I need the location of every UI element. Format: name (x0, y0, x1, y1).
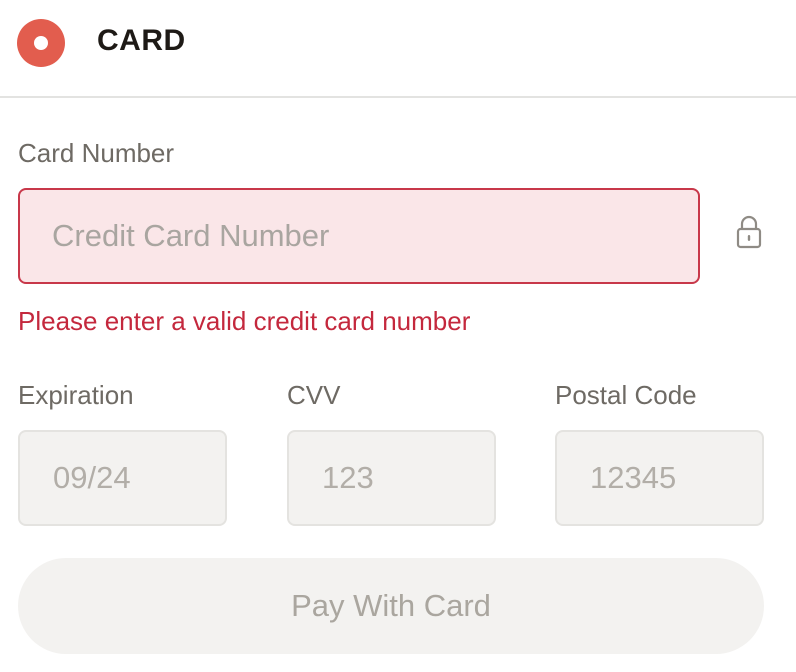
cvv-input[interactable] (287, 430, 496, 526)
card-payment-form: CARD Card Number Please enter a valid cr… (0, 0, 796, 672)
radio-selected-dot (34, 36, 48, 50)
cvv-label: CVV (287, 380, 341, 410)
card-number-error: Please enter a valid credit card number (18, 306, 471, 336)
postal-code-input[interactable] (555, 430, 764, 526)
expiration-input[interactable] (18, 430, 227, 526)
lock-icon (736, 215, 762, 249)
card-number-input[interactable] (18, 188, 700, 284)
card-number-label: Card Number (18, 138, 175, 168)
pay-with-card-button[interactable]: Pay With Card (18, 558, 764, 654)
payment-method-title: CARD (97, 24, 186, 57)
payment-method-header: CARD (0, 0, 796, 98)
expiration-label: Expiration (18, 380, 134, 410)
postal-code-label: Postal Code (555, 380, 697, 410)
card-radio-button[interactable] (17, 19, 65, 67)
